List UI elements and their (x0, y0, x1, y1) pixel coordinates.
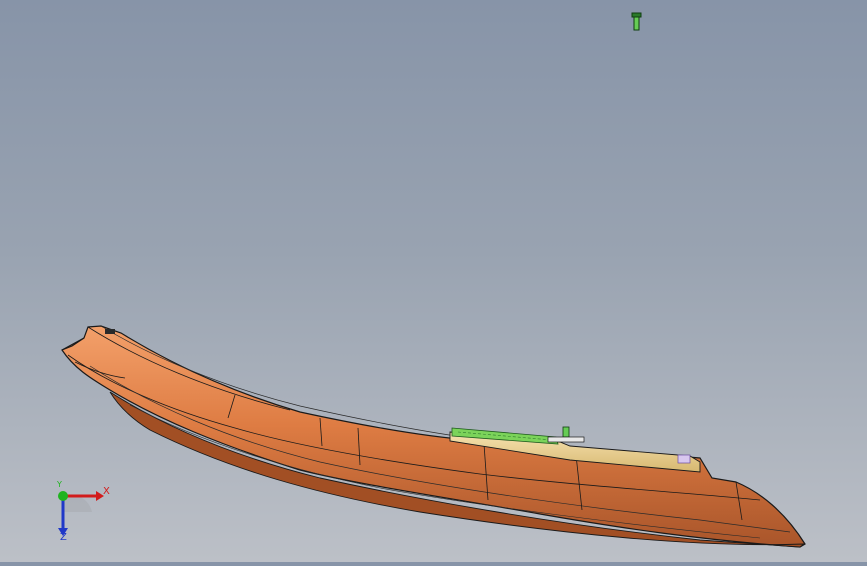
z-axis-label: Z (60, 532, 67, 543)
clip-shank (633, 16, 640, 31)
left-tab (105, 329, 115, 334)
floating-clip-part[interactable] (631, 12, 642, 31)
trim-part[interactable] (61, 325, 806, 548)
rail-clip[interactable] (547, 426, 585, 443)
model-canvas[interactable] (0, 0, 867, 562)
x-axis-label: X (103, 486, 110, 497)
rail-clip-base (547, 436, 585, 443)
y-axis-dot (58, 491, 68, 501)
clip-head (631, 12, 642, 18)
y-axis-label: Y (57, 480, 62, 489)
end-tab (677, 454, 691, 464)
rail-clip-body (562, 426, 570, 438)
3d-viewport[interactable]: X Y Z (0, 0, 867, 562)
axis-triad: X Y Z (48, 480, 118, 546)
